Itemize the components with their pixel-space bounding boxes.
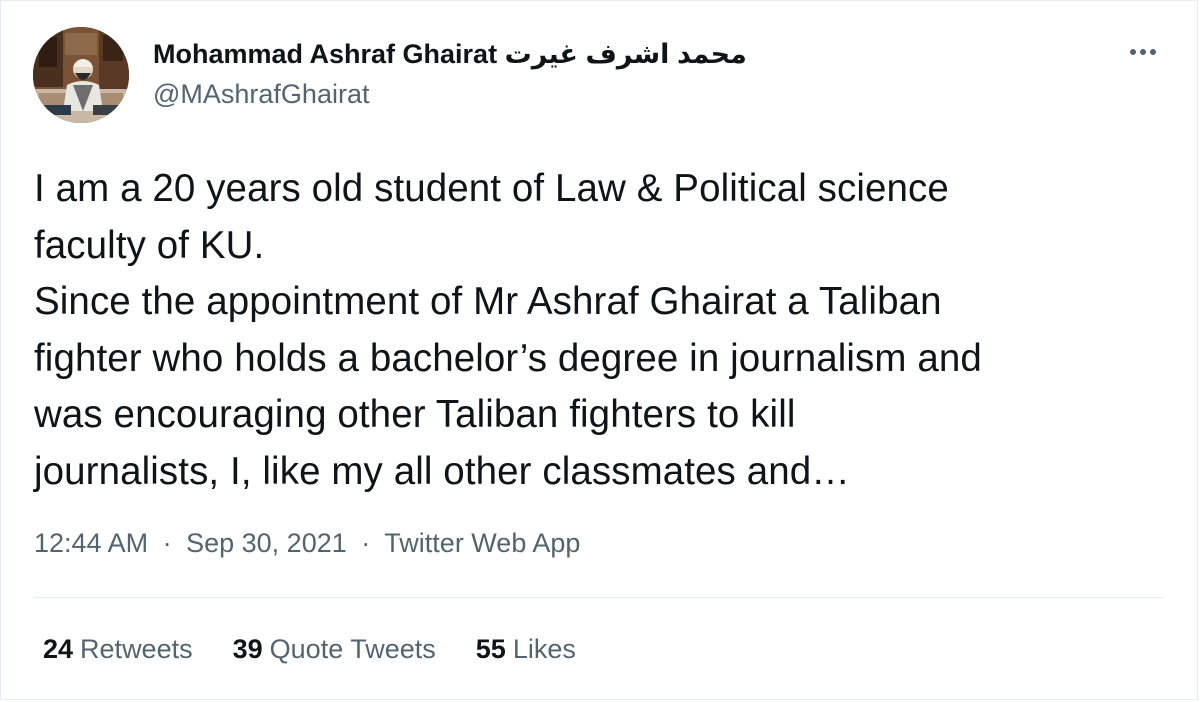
quote-tweets-count: 39 <box>232 634 263 664</box>
tweet-header: Mohammad Ashraf Ghairat محمد اشرف غیرت @… <box>33 27 747 123</box>
tweet-time[interactable]: 12:44 AM <box>34 528 148 558</box>
more-horizontal-icon <box>1130 49 1136 55</box>
tweet-date[interactable]: Sep 30, 2021 <box>186 528 347 558</box>
likes-count: 55 <box>475 634 506 664</box>
more-horizontal-icon-dot <box>1140 49 1146 55</box>
divider <box>34 597 1164 598</box>
likes-label: Likes <box>512 634 576 664</box>
tweet-metadata: 12:44 AM · Sep 30, 2021 · Twitter Web Ap… <box>34 523 580 563</box>
tweet-card: Mohammad Ashraf Ghairat محمد اشرف غیرت @… <box>0 0 1198 700</box>
quote-tweets-label: Quote Tweets <box>269 634 436 664</box>
profile-photo-icon <box>33 27 129 123</box>
more-options-button[interactable] <box>1123 37 1163 67</box>
tweet-stats: 24 Retweets 39 Quote Tweets 55 Likes <box>43 629 616 669</box>
retweets-stat[interactable]: 24 Retweets <box>43 629 193 669</box>
display-name[interactable]: Mohammad Ashraf Ghairat محمد اشرف غیرت <box>153 37 747 71</box>
tweet-text: I am a 20 years old student of Law & Pol… <box>34 161 1174 500</box>
user-handle[interactable]: @MAshrafGhairat <box>153 77 747 111</box>
meta-separator: · <box>361 528 371 558</box>
avatar[interactable] <box>33 27 129 123</box>
likes-stat[interactable]: 55 Likes <box>476 629 576 669</box>
retweets-count: 24 <box>43 634 74 664</box>
meta-separator: · <box>162 528 172 558</box>
user-block: Mohammad Ashraf Ghairat محمد اشرف غیرت @… <box>153 37 747 111</box>
more-horizontal-icon-dot <box>1150 49 1156 55</box>
quote-tweets-stat[interactable]: 39 Quote Tweets <box>233 629 436 669</box>
retweets-label: Retweets <box>80 634 193 664</box>
tweet-body: I am a 20 years old student of Law & Pol… <box>34 167 982 493</box>
tweet-source-link[interactable]: Twitter Web App <box>384 528 580 558</box>
